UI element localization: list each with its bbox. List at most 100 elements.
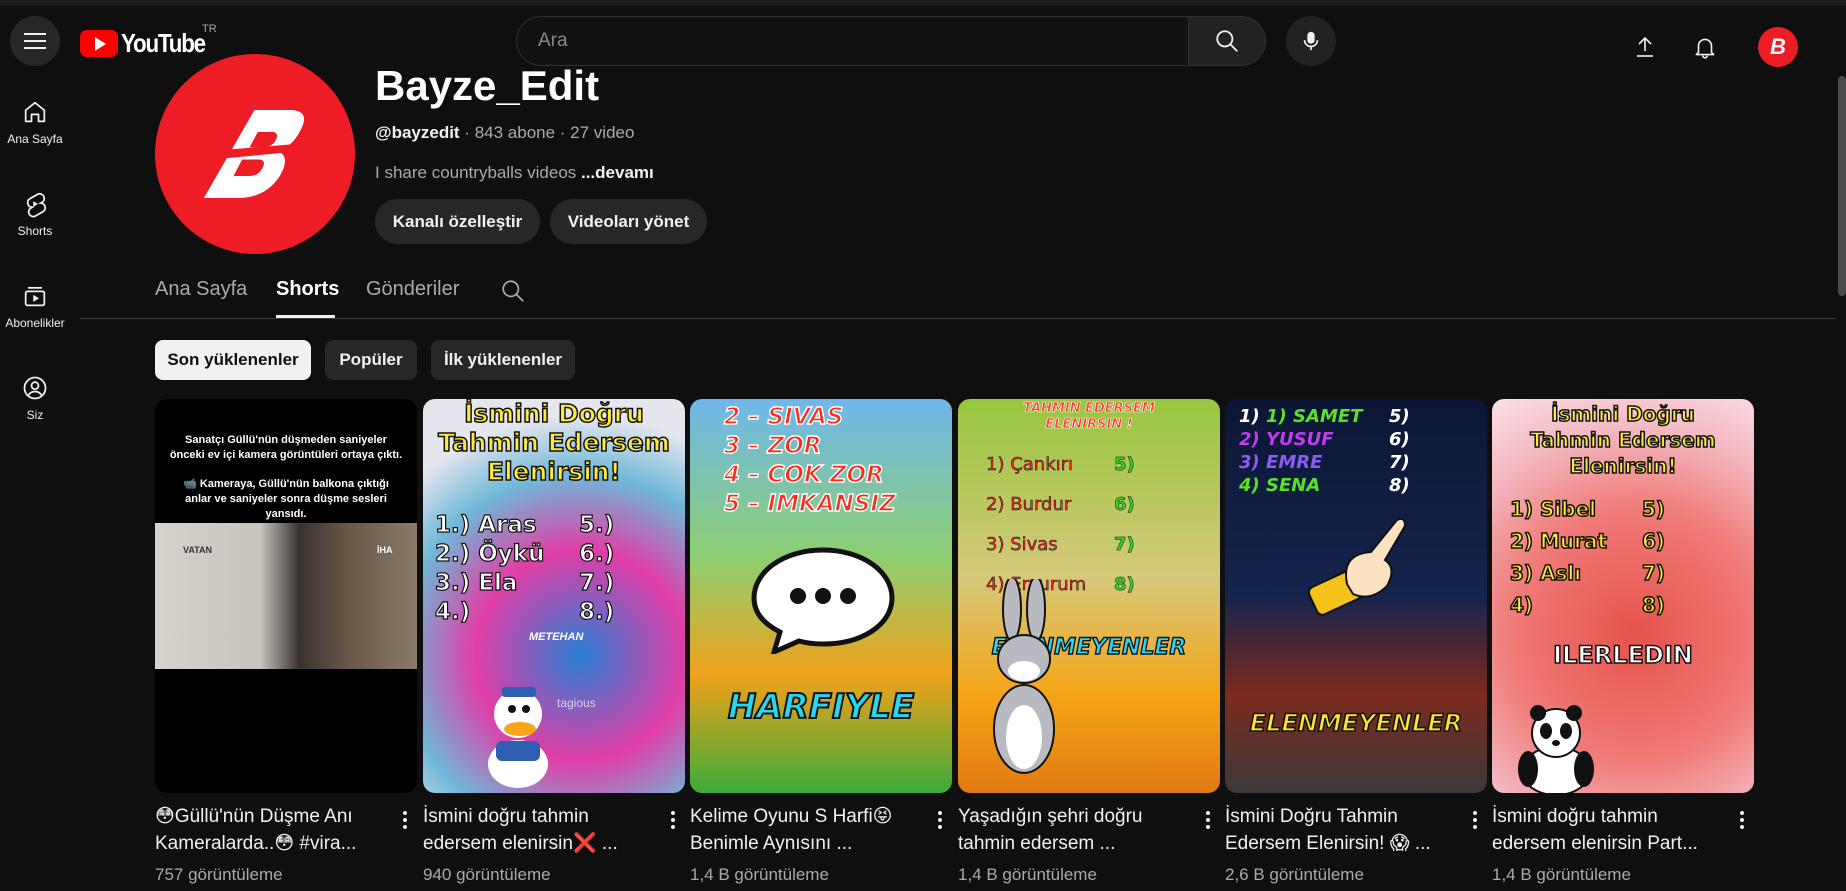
channel-name: Bayze_Edit xyxy=(375,62,600,109)
list-entry: 3) Aslı xyxy=(1509,560,1582,586)
more-actions-icon[interactable] xyxy=(395,811,415,835)
more-link[interactable]: ...devamı xyxy=(581,163,654,182)
list-entry: 5) xyxy=(1114,454,1135,476)
short-card[interactable]: 1) 1) SAMET 2) YUSUF 3) EMRE 4) SENA 5) … xyxy=(1225,399,1487,884)
youtube-logo[interactable]: YouTube xyxy=(80,28,219,59)
thumbnail-caption: HARFIYLE xyxy=(727,686,915,728)
description-text: I share countryballs videos xyxy=(375,163,581,182)
list-entry: 2) YUSUF xyxy=(1239,429,1334,450)
sidebar-item-label: Shorts xyxy=(17,224,53,238)
channel-description[interactable]: I share countryballs videos ...devamı xyxy=(375,163,654,183)
channel-avatar[interactable] xyxy=(155,54,355,254)
short-thumbnail[interactable]: İsmini Doğru Tahmin Edersem Elenirsin! 1… xyxy=(1492,399,1754,793)
level-entry: 3 – ZOR xyxy=(723,432,822,459)
chip-oldest[interactable]: İlk yüklenenler xyxy=(431,340,575,380)
channel-handle: @bayzedit xyxy=(375,123,460,142)
more-actions-icon[interactable] xyxy=(1732,811,1752,835)
sidebar-item-subscriptions[interactable]: Abonelikler xyxy=(0,260,70,340)
short-views: 1,4 B görüntüleme xyxy=(1492,865,1631,884)
thumbnail-caption: ELENMEYENLER xyxy=(1249,708,1463,738)
channel-meta: @bayzedit · 843 abone · 27 video xyxy=(375,123,634,143)
short-card[interactable]: İsmini Doğru Tahmin Edersem Elenirsin! 1… xyxy=(423,399,685,884)
youtube-play-icon xyxy=(80,30,118,57)
thumbnail-tag: METEHAN xyxy=(529,631,584,643)
search-input[interactable] xyxy=(517,17,1188,65)
list-entry: 5.) xyxy=(578,511,615,538)
list-entry: 4) xyxy=(1509,592,1534,618)
tab-shorts[interactable]: Shorts xyxy=(276,278,339,301)
short-thumbnail[interactable]: 1) 1) SAMET 2) YUSUF 3) EMRE 4) SENA 5) … xyxy=(1225,399,1487,793)
thumbnail-list-left: 1) Sibel 2) Murat 3) Aslı 4) xyxy=(1509,493,1608,621)
list-entry: 5) xyxy=(1389,406,1410,427)
short-card[interactable]: İsmini Doğru Tahmin Edersem Elenirsin! 1… xyxy=(1492,399,1754,884)
sidebar-item-label: Siz xyxy=(26,408,44,422)
upload-button[interactable] xyxy=(1620,22,1670,72)
chip-latest[interactable]: Son yüklenenler xyxy=(155,340,311,380)
thumbnail-heading: İsmini Doğru Tahmin Edersem Elenirsin! xyxy=(1530,401,1717,479)
sidebar-item-home[interactable]: Ana Sayfa xyxy=(0,76,70,156)
notifications-button[interactable] xyxy=(1680,22,1730,72)
guide-menu-button[interactable] xyxy=(10,16,60,66)
more-actions-icon[interactable] xyxy=(1465,811,1485,835)
list-entry: 3.) Ela xyxy=(434,569,518,596)
short-card[interactable]: TAHMIN EDERSEM ELENIRSIN ! 1) Çankırı 2)… xyxy=(958,399,1220,884)
sidebar-item-shorts[interactable]: Shorts xyxy=(0,168,70,248)
thumbnail-heading: İsmini Doğru Tahmin Edersem Elenirsin! xyxy=(437,399,670,487)
short-views: 757 görüntüleme xyxy=(155,865,283,884)
short-thumbnail[interactable]: İsmini Doğru Tahmin Edersem Elenirsin! 1… xyxy=(423,399,685,793)
tabs-divider xyxy=(80,318,1836,319)
list-entry: 6) xyxy=(1389,429,1410,450)
list-entry: 1.) Aras xyxy=(434,511,537,538)
thumbnail-caption: 📹 Kameraya, Güllü'nün balkona çıktığı an… xyxy=(183,478,389,520)
search-box xyxy=(516,16,1188,66)
list-entry: 8.) xyxy=(578,598,615,625)
short-thumbnail[interactable]: 2 – SIVAS 3 – ZOR 4 – COK ZOR 5 – IMKANS… xyxy=(690,399,952,793)
list-entry: 1) SAMET xyxy=(1266,406,1363,427)
voice-search-button[interactable] xyxy=(1286,16,1336,66)
short-title[interactable]: İsmini Doğru Tahmin Edersem Elenirsin! 😱… xyxy=(1225,803,1457,857)
thumbnail-watermark: İHA xyxy=(377,545,393,555)
short-card[interactable]: Sanatçı Güllü'nün düşmeden saniyeler önc… xyxy=(155,399,417,884)
list-entry: 7) xyxy=(1389,452,1410,473)
country-code: TR xyxy=(202,23,217,35)
tab-posts[interactable]: Gönderiler xyxy=(366,278,459,301)
thumbnail-list-left: 1) 1) SAMET 2) YUSUF 3) EMRE 4) SENA xyxy=(1239,406,1363,496)
short-thumbnail[interactable]: Sanatçı Güllü'nün düşmeden saniyeler önc… xyxy=(155,399,417,793)
short-title[interactable]: İsmini doğru tahmin edersem elenirsin Pa… xyxy=(1492,803,1724,857)
chip-popular[interactable]: Popüler xyxy=(325,340,417,380)
short-thumbnail[interactable]: TAHMIN EDERSEM ELENIRSIN ! 1) Çankırı 2)… xyxy=(958,399,1220,793)
short-views: 1,4 B görüntüleme xyxy=(690,865,829,884)
duck-character-icon xyxy=(488,687,548,788)
short-title[interactable]: İsmini doğru tahmin edersem elenirsin❌ .… xyxy=(423,803,655,857)
channel-search-button[interactable] xyxy=(500,278,526,309)
thumbnail-list-right: 5) 6) 7) 8) xyxy=(1641,493,1666,621)
more-actions-icon[interactable] xyxy=(930,811,950,835)
thumbnail-list-right: 5) 6) 7) 8) xyxy=(1389,405,1410,497)
thumbnail-list-right: 5) 6) 7) 8) xyxy=(1114,445,1135,605)
thumbnail-watermark: VATAN xyxy=(183,545,212,555)
sidebar-item-label: Abonelikler xyxy=(5,316,65,330)
list-entry: 5) xyxy=(1641,496,1666,522)
short-card[interactable]: 2 – SIVAS 3 – ZOR 4 – COK ZOR 5 – IMKANS… xyxy=(690,399,952,884)
list-entry: 1) Sibel xyxy=(1509,496,1597,522)
short-title[interactable]: Yaşadığın şehri doğru tahmin edersem ... xyxy=(958,803,1190,857)
search-button[interactable] xyxy=(1188,16,1266,66)
account-avatar[interactable]: B xyxy=(1758,27,1798,67)
search-icon xyxy=(502,280,524,302)
speech-bubble-icon xyxy=(751,547,895,654)
more-actions-icon[interactable] xyxy=(663,811,683,835)
list-entry: 8) xyxy=(1389,475,1410,496)
short-title[interactable]: Kelime Oyunu S Harfi😝 Benimle Aynısını .… xyxy=(690,803,922,857)
sidebar-item-you[interactable]: Siz xyxy=(0,352,70,432)
tab-home[interactable]: Ana Sayfa xyxy=(155,278,247,301)
list-entry: 8) xyxy=(1114,574,1135,596)
list-entry: 7) xyxy=(1114,534,1135,556)
microphone-icon xyxy=(1303,31,1319,51)
subscriptions-icon xyxy=(24,286,46,307)
short-title[interactable]: 😳Güllü'nün Düşme Anı Kameralarda..😳 #vir… xyxy=(155,803,387,857)
more-actions-icon[interactable] xyxy=(1198,811,1218,835)
customize-channel-button[interactable]: Kanalı özelleştir xyxy=(375,199,540,244)
manage-videos-button[interactable]: Videoları yönet xyxy=(550,199,707,244)
you-icon xyxy=(23,376,47,400)
page-scrollbar[interactable] xyxy=(1838,76,1846,296)
